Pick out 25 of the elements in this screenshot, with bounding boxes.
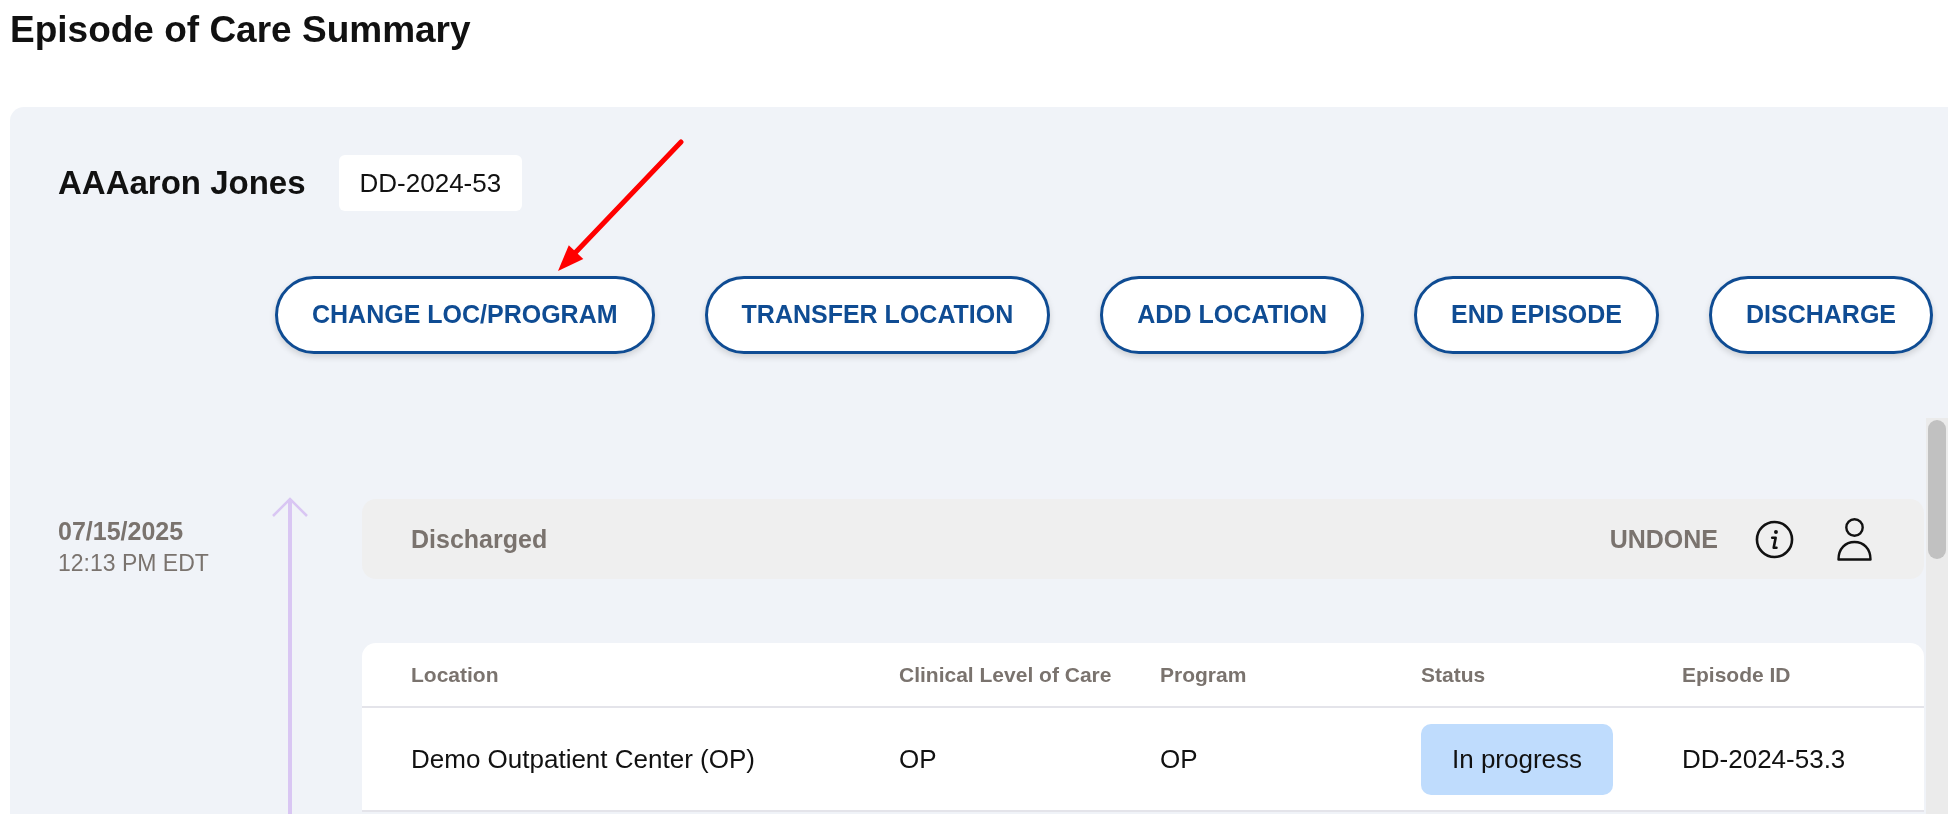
status-tag: In progress xyxy=(1421,723,1614,795)
event-title: Discharged xyxy=(411,524,548,554)
info-icon[interactable] xyxy=(1755,519,1794,559)
column-header: Program xyxy=(1160,661,1247,688)
action-button[interactable]: ADD LOCATION xyxy=(1100,276,1365,354)
column-header: Clinical Level of Care xyxy=(899,661,1112,688)
event-time: 12:13 PM EDT xyxy=(58,549,209,577)
action-button[interactable]: TRANSFER LOCATION xyxy=(704,276,1051,354)
event-date: 07/15/2025 xyxy=(58,516,184,546)
table-cell: Demo Outpatient Center (OP) xyxy=(411,743,755,775)
scrollbar-thumb[interactable] xyxy=(1928,420,1946,559)
page-title: Episode of Care Summary xyxy=(10,8,471,52)
action-button[interactable]: DISCHARGE xyxy=(1709,276,1933,354)
column-header: Status xyxy=(1421,661,1486,688)
patient-name: AAAaron Jones xyxy=(58,163,306,203)
column-header: Episode ID xyxy=(1682,661,1791,688)
table-cell: OP xyxy=(1160,743,1198,775)
patient-id: DD-2024-53 xyxy=(338,155,523,211)
table-cell: OP xyxy=(899,743,937,775)
action-button[interactable]: CHANGE LOC/PROGRAM xyxy=(275,276,655,354)
action-button[interactable]: END EPISODE xyxy=(1414,276,1659,354)
column-header: Location xyxy=(411,661,499,688)
table-cell: DD-2024-53.3 xyxy=(1682,743,1846,775)
user-icon[interactable] xyxy=(1837,517,1872,561)
event-status: UNDONE xyxy=(1609,524,1718,554)
